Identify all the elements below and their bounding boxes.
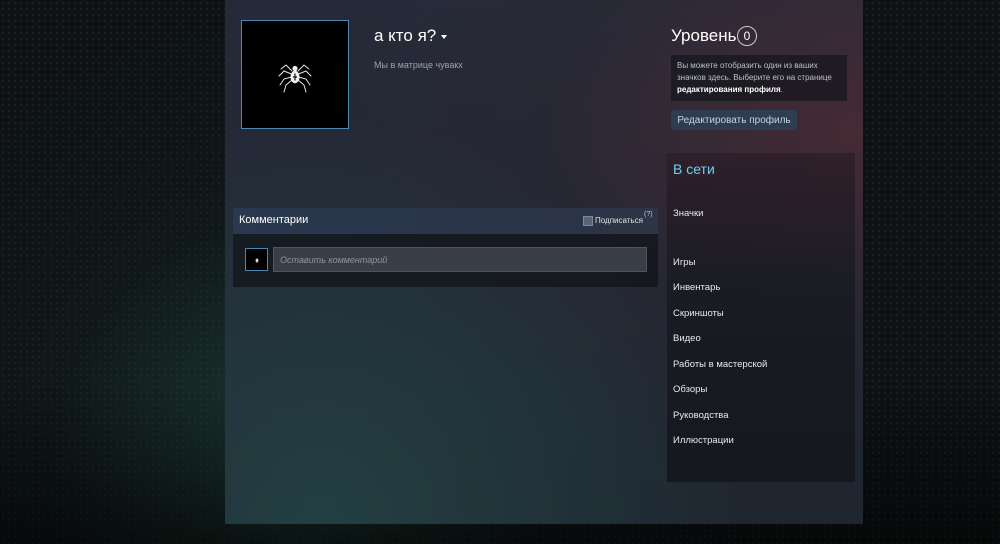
comments-title: Комментарии	[239, 214, 309, 226]
subscribe-label[interactable]: Подписаться	[595, 216, 643, 225]
spider-icon	[278, 63, 312, 92]
online-status: В сети	[673, 161, 715, 177]
subscribe-help-link[interactable]: (?)	[644, 211, 653, 218]
comment-avatar	[245, 248, 268, 271]
level-title: Уровень	[671, 26, 737, 45]
sidebar-item-workshop[interactable]: Работы в мастерской	[673, 359, 767, 370]
level-badge[interactable]: 0	[737, 26, 757, 46]
badge-hint: Вы можете отобразить один из ваших значк…	[671, 55, 847, 101]
comment-input[interactable]	[273, 247, 647, 272]
sidebar-item-badges[interactable]: Значки	[673, 208, 703, 219]
sidebar-item-screenshots[interactable]: Скриншоты	[673, 308, 724, 319]
profile-summary: Мы в матрице чувакх	[374, 60, 463, 70]
persona-name-dropdown[interactable]: а кто я?	[374, 26, 448, 46]
profile-avatar[interactable]	[241, 20, 349, 129]
spider-icon	[255, 258, 258, 262]
persona-name: а кто я?	[374, 26, 437, 45]
edit-profile-button[interactable]: Редактировать профиль	[671, 110, 797, 130]
badge-hint-end: .	[780, 85, 783, 94]
edit-profile-link[interactable]: редактирования профиля	[677, 85, 781, 94]
sidebar-item-videos[interactable]: Видео	[673, 333, 701, 344]
sidebar-item-artwork[interactable]: Иллюстрации	[673, 435, 734, 446]
sidebar-item-guides[interactable]: Руководства	[673, 410, 729, 421]
sidebar-item-games[interactable]: Игры	[673, 257, 695, 268]
sidebar-item-reviews[interactable]: Обзоры	[673, 384, 707, 395]
sidebar-item-inventory[interactable]: Инвентарь	[673, 282, 720, 293]
badge-hint-text: Вы можете отобразить один из ваших значк…	[677, 61, 832, 82]
chevron-down-icon	[441, 34, 448, 39]
subscribe-checkbox[interactable]	[583, 216, 593, 226]
